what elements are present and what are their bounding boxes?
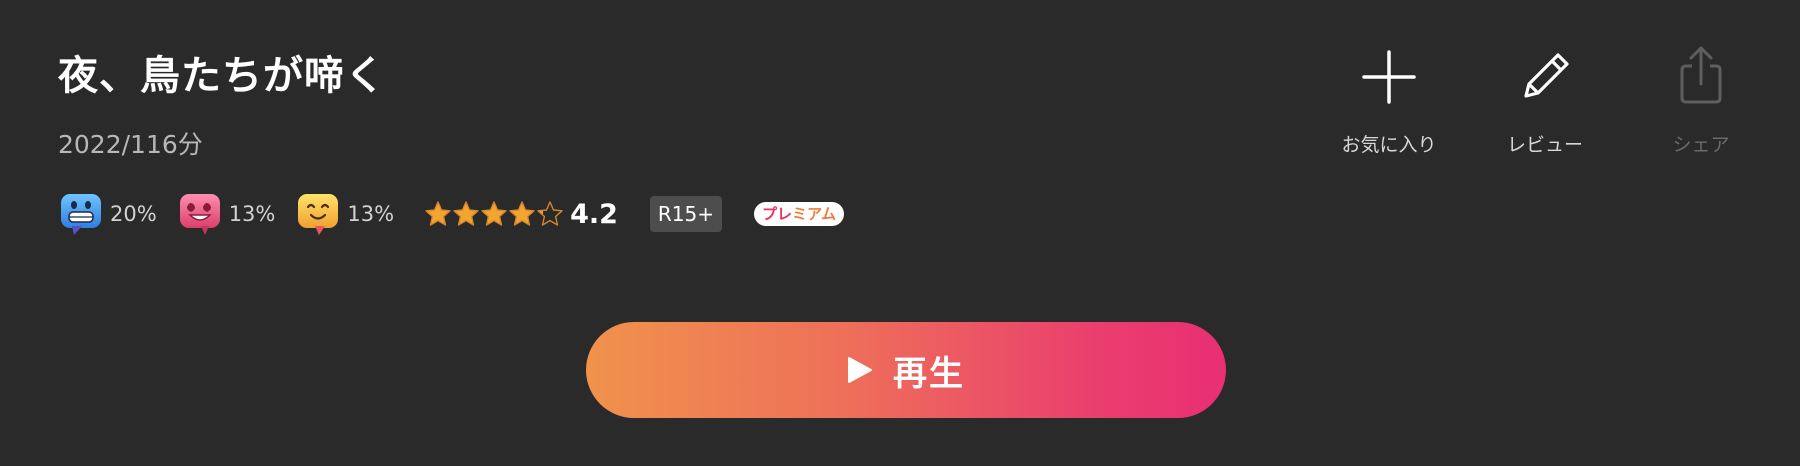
reaction-smiling-percent: 13% <box>347 202 395 226</box>
age-rating-badge: R15+ <box>649 196 723 232</box>
pencil-icon <box>1524 53 1569 98</box>
smiling-face-bubble-icon <box>298 194 339 235</box>
premium-badge: プレミアム <box>754 202 845 226</box>
reaction-love: 13% <box>177 191 276 237</box>
share-label: シェア <box>1672 134 1730 156</box>
love-face-bubble-icon <box>179 194 220 235</box>
rating-value: 4.2 <box>570 198 618 230</box>
action-bar: お気に入り レビュー シェア <box>1308 44 1776 157</box>
release-meta: 2022/116分 <box>58 130 203 159</box>
share-icon <box>1680 46 1722 104</box>
play-icon <box>848 357 872 383</box>
stats-row: 20% 13% 13% 4.2 R15+ プレミアム <box>58 190 845 238</box>
review-label: レビュー <box>1506 134 1583 156</box>
star-rating <box>424 200 564 228</box>
favorite-button[interactable]: お気に入り <box>1314 44 1464 157</box>
reaction-laughing: 20% <box>58 191 157 237</box>
reaction-love-percent: 13% <box>228 202 276 226</box>
plus-icon <box>1362 50 1416 104</box>
star-partial-icon <box>537 201 563 226</box>
reaction-laughing-percent: 20% <box>110 202 157 226</box>
star-filled-icon <box>453 201 479 226</box>
star-filled-icon <box>509 201 535 226</box>
play-button[interactable]: 再生 <box>586 322 1226 418</box>
share-button[interactable]: シェア <box>1626 44 1776 157</box>
star-filled-icon <box>425 201 451 226</box>
reaction-smiling: 13% <box>295 191 394 237</box>
star-filled-icon <box>481 201 507 226</box>
play-label: 再生 <box>893 354 965 393</box>
laughing-face-bubble-icon <box>61 194 101 235</box>
page-title: 夜、鳥たちが啼く <box>58 53 386 99</box>
review-button[interactable]: レビュー <box>1470 44 1620 157</box>
favorite-label: お気に入り <box>1341 134 1437 156</box>
